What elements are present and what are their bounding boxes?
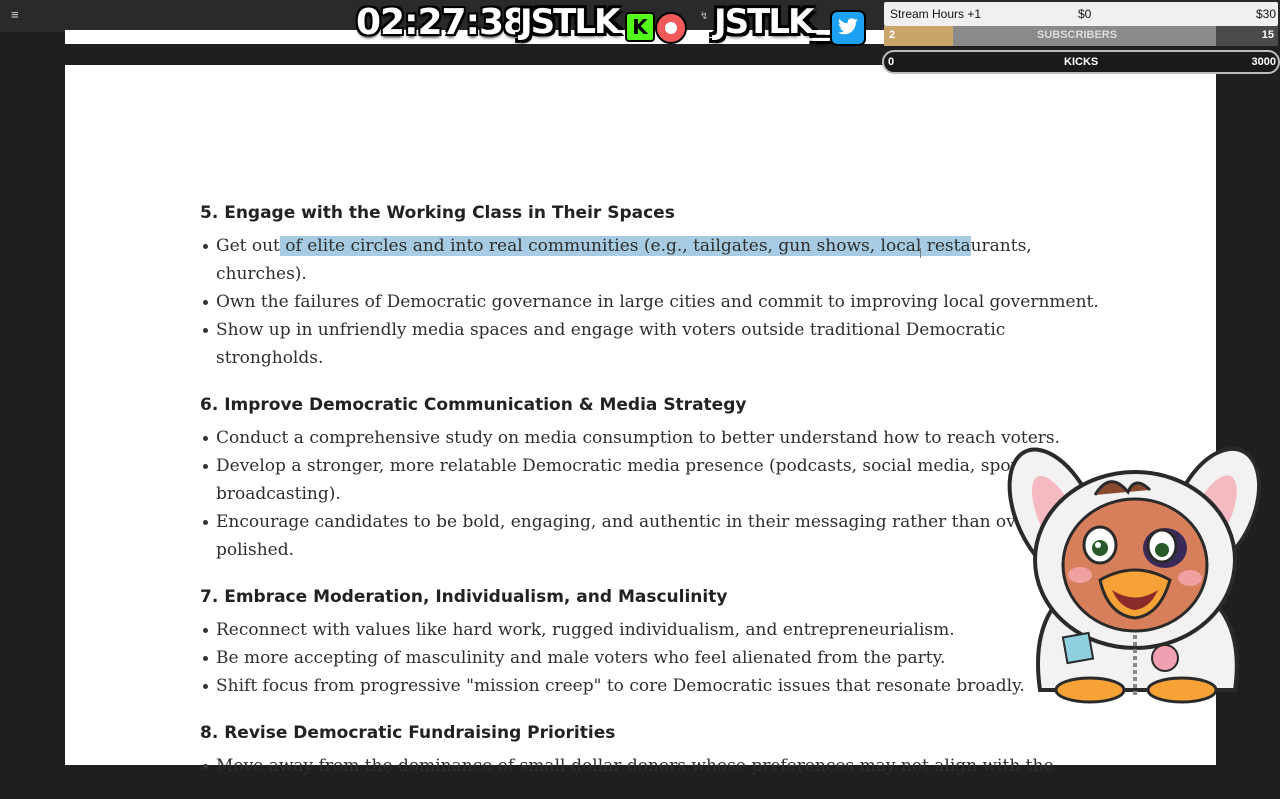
money-start-label: $0 [1078, 7, 1092, 21]
document-content: 5. Engage with the Working Class in Thei… [200, 199, 1100, 799]
small-link-icon: ↯ [700, 11, 709, 22]
list-item[interactable]: Conduct a comprehensive study on media c… [200, 424, 1100, 452]
section-title: 7. Embrace Moderation, Individualism, an… [200, 587, 728, 607]
list-item[interactable]: Reconnect with values like hard work, ru… [200, 616, 1100, 644]
list-item[interactable]: Encourage candidates to be bold, engagin… [200, 508, 1100, 564]
bunny-duck-mascot [1007, 446, 1262, 704]
list-item[interactable]: Shift focus from progressive "mission cr… [200, 672, 1100, 700]
stream-hours-label: Stream Hours +1 [890, 7, 982, 21]
twitter-bird-icon [830, 10, 866, 46]
section-title: 6. Improve Democratic Communication & Me… [200, 395, 747, 415]
stream-timer: 02:27:38 [356, 2, 528, 43]
selected-text[interactable]: of elite circles and into real communiti… [279, 236, 971, 256]
hamburger-menu-icon[interactable]: ≡ [11, 8, 23, 21]
subscribers-label: SUBSCRIBERS [1037, 29, 1118, 41]
bullet-list: Conduct a comprehensive study on media c… [200, 424, 1100, 564]
subscribers-goal-end: 15 [1216, 26, 1278, 46]
twitter-handle-text: JSTLK_ [714, 2, 829, 42]
bullet-list: Move away from the dominance of small-do… [200, 752, 1100, 780]
text-before-selection: Get out [216, 236, 280, 256]
subscribers-current: 2 [889, 29, 896, 41]
subscribers-goal: 15 [1261, 29, 1274, 41]
bullet-list: Reconnect with values like hard work, ru… [200, 616, 1100, 700]
kicks-goal-bar: 0 KICKS 3000 [882, 50, 1280, 74]
list-item[interactable]: Develop a stronger, more relatable Democ… [200, 452, 1100, 508]
section-title: 8. Revise Democratic Fundraising Priorit… [200, 723, 616, 743]
bullet-list: Get out of elite circles and into real c… [200, 232, 1100, 372]
subscribers-goal-bar: 2 SUBSCRIBERS [884, 26, 1216, 46]
kicks-current: 0 [888, 56, 895, 68]
stream-hours-bar: Stream Hours +1 $0 $30 [884, 2, 1278, 26]
list-item[interactable]: Be more accepting of masculinity and mal… [200, 644, 1100, 672]
stream-goals-panel: Stream Hours +1 $0 $30 2 SUBSCRIBERS 15 … [882, 0, 1280, 78]
record-icon [655, 12, 687, 44]
channel-logo-text: JSTLK [520, 2, 620, 42]
list-item[interactable]: Move away from the dominance of small-do… [200, 752, 1100, 780]
kicks-goal: 3000 [1251, 56, 1276, 68]
kicks-label: KICKS [1064, 56, 1099, 68]
section-title: 5. Engage with the Working Class in Thei… [200, 203, 675, 223]
money-end-label: $30 [1256, 7, 1277, 21]
list-item[interactable]: Show up in unfriendly media spaces and e… [200, 316, 1100, 372]
list-item[interactable]: Own the failures of Democratic governanc… [200, 288, 1100, 316]
kick-logo-icon: K [625, 12, 655, 42]
text-cursor-icon [920, 248, 921, 258]
list-item[interactable]: Get out of elite circles and into real c… [200, 232, 1100, 288]
